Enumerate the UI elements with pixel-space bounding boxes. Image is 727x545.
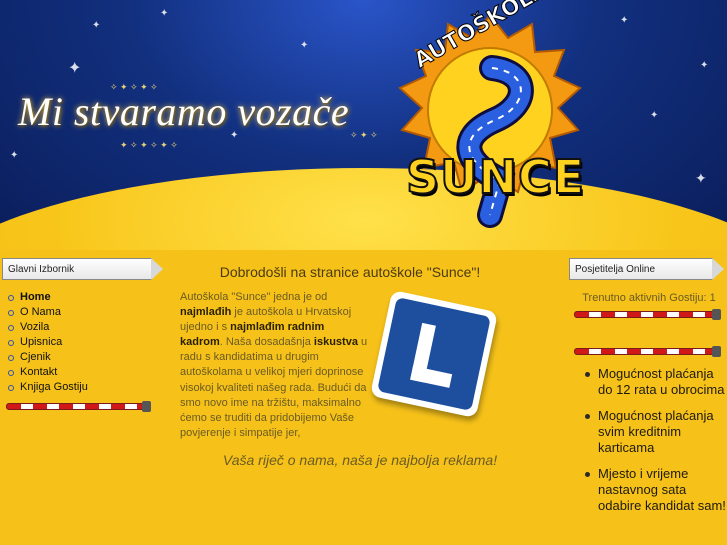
barrier-divider (574, 309, 721, 320)
left-menu-title: Glavni Izbornik (2, 258, 163, 280)
barrier-divider (6, 401, 151, 412)
menu-item-knjiga-gostiju[interactable]: Knjiga Gostiju (8, 380, 88, 395)
logo-wordmark: SUNCE (405, 149, 586, 205)
feature-item: Mjesto i vrijeme nastavnog sata odabire … (582, 466, 727, 514)
intro-text: . Naša dosadašnja (219, 336, 314, 349)
features-list: Mogućnost plaćanja do 12 rata u obrocima… (582, 366, 727, 524)
star-icon: ✦ (10, 150, 19, 161)
star-icon: ✦ (300, 40, 309, 51)
sparkle-icon: ✧ ✦ ✧ (350, 130, 378, 140)
star-icon: ✦ (92, 20, 101, 31)
menu-item-vozila[interactable]: Vozila (8, 320, 88, 335)
header-banner: ✦ ✦ ✦ ✦ ✦ ✦ ✦ ✦ ✦ ✦ ✧ ✦ ✧ ✦ ✧ ✦ ✧ ✦ ✧ ✦ … (0, 0, 727, 250)
star-icon: ✦ (695, 170, 707, 186)
welcome-heading: Dobrodošli na stranice autoškole "Sunce"… (219, 264, 481, 280)
intro-paragraph: Autoškola "Sunce" jedna je od najmlađih … (180, 290, 368, 441)
site-logo[interactable]: AUTOŠKOLA SUNCE (390, 0, 590, 235)
learner-sign-image (369, 289, 499, 419)
l-letter-foot (410, 365, 453, 388)
menu-item-upisnica[interactable]: Upisnica (8, 335, 88, 350)
intro-text: u radu s kandidatima u drugim autoškolam… (180, 336, 368, 439)
main-menu: Home O Nama Vozila Upisnica Cjenik Konta… (8, 290, 88, 395)
learner-sign-panel (377, 297, 491, 411)
motto-text: Vaša riječ o nama, naša je najbolja rekl… (222, 452, 498, 468)
sparkle-icon: ✦ ✧ ✦ ✧ ✦ ✧ (120, 140, 178, 150)
right-panel-title: Posjetitelja Online (569, 258, 724, 280)
menu-item-kontakt[interactable]: Kontakt (8, 365, 88, 380)
site-slogan: Mi stvaramo vozače (18, 89, 350, 134)
feature-item: Mogućnost plaćanja svim kreditnim kartic… (582, 408, 727, 456)
intro-emphasis: iskustva (313, 336, 358, 349)
star-icon: ✦ (650, 110, 659, 121)
feature-item: Mogućnost plaćanja do 12 rata u obrocima (582, 366, 727, 398)
guests-online-text: Trenutno aktivnih Gostiju: 1 (582, 292, 716, 304)
intro-text: Autoškola "Sunce" jedna je od (180, 291, 328, 303)
star-icon: ✦ (160, 8, 169, 19)
star-icon: ✦ (620, 15, 629, 26)
menu-item-o-nama[interactable]: O Nama (8, 305, 88, 320)
menu-item-cjenik[interactable]: Cjenik (8, 350, 88, 365)
menu-item-home[interactable]: Home (8, 290, 88, 305)
star-icon: ✦ (68, 60, 82, 77)
star-icon: ✦ (700, 60, 709, 71)
barrier-divider (574, 346, 721, 357)
sun-hill (0, 168, 727, 250)
intro-emphasis: najmlađih (180, 306, 232, 319)
